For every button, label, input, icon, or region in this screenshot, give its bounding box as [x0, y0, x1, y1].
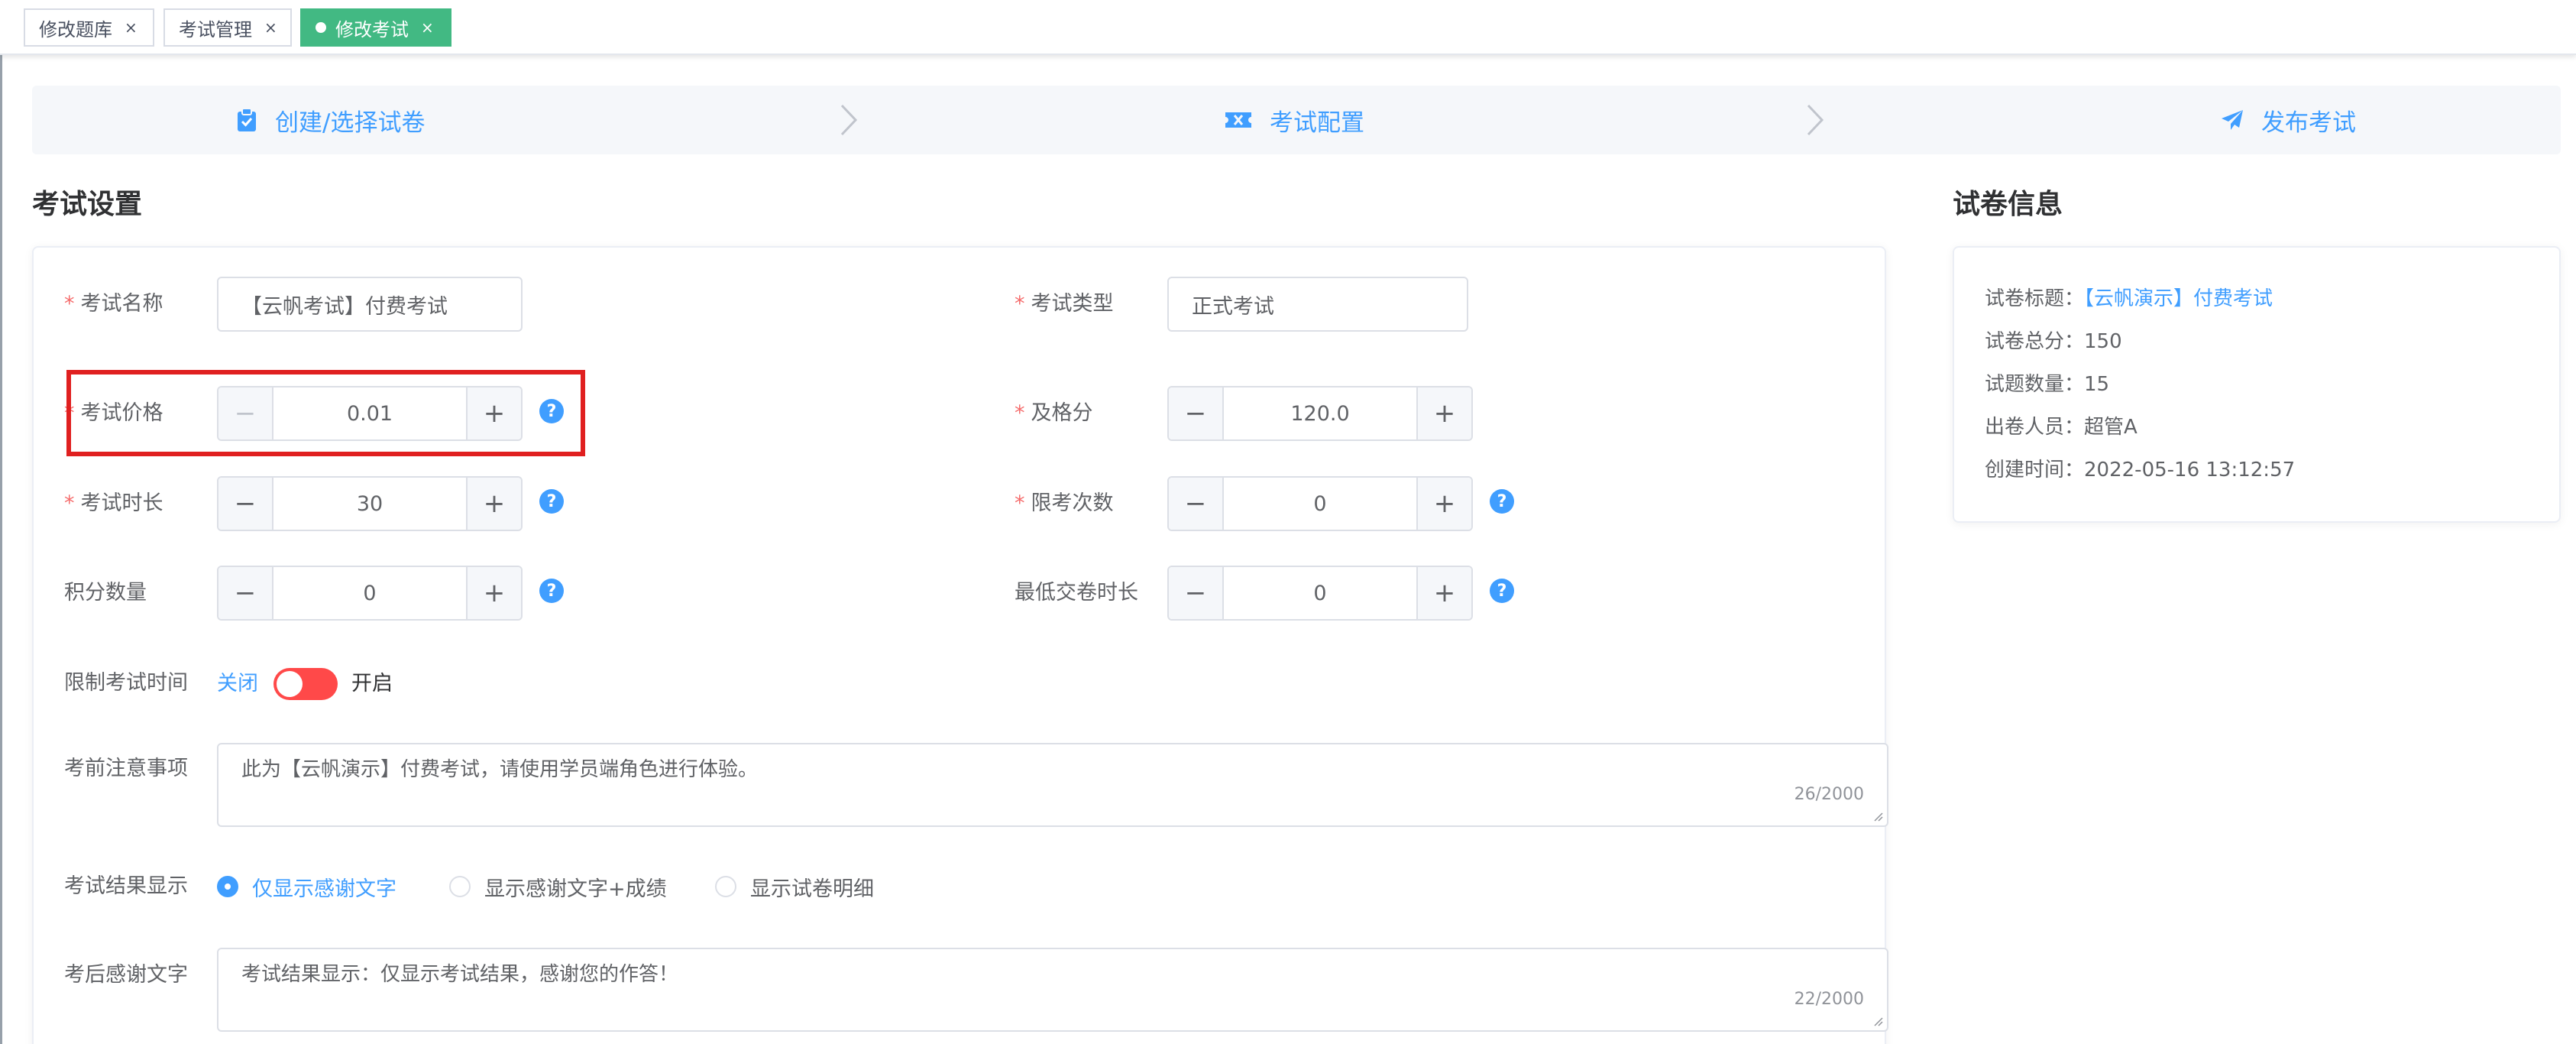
step-label: 创建/选择试卷	[275, 109, 426, 137]
switch-knob	[277, 671, 303, 697]
step-label: 考试配置	[1270, 109, 1364, 137]
created-time-row: 创建时间：2022-05-16 13:12:57	[1985, 459, 2296, 481]
char-count: 26/2000	[1794, 785, 1864, 804]
exam-settings-title: 考试设置	[32, 189, 143, 220]
thanks-text-label: 考后感谢文字	[64, 963, 188, 987]
stepper-value[interactable]: 30	[273, 478, 466, 530]
radio-thanks-and-score[interactable]: 显示感谢文字+成绩	[449, 871, 667, 902]
help-icon[interactable]: ?	[539, 579, 564, 603]
help-icon[interactable]: ?	[1490, 579, 1514, 603]
tab-edit-question-bank[interactable]: 修改题库 ×	[24, 8, 154, 47]
radio-circle	[217, 876, 238, 897]
notice-label: 考前注意事项	[64, 757, 188, 780]
min-submit-time-label: 最低交卷时长	[1015, 581, 1138, 605]
step-label: 发布考试	[2261, 109, 2356, 137]
time-limit-label: 限制考试时间	[64, 671, 188, 695]
sidebar-edge	[0, 55, 2, 1044]
increase-button[interactable]: +	[466, 567, 521, 619]
page: 修改题库 × 考试管理 × 修改考试 × 创建/选择试卷 考试配置 发布考试 考…	[0, 0, 2576, 1044]
paper-author-row: 出卷人员：超管A	[1985, 416, 2137, 439]
exam-settings-card	[32, 246, 1886, 1044]
tab-label: 考试管理	[179, 18, 252, 41]
radio-thanks-only[interactable]: 仅显示感谢文字	[217, 871, 396, 902]
step-create-select-paper[interactable]: 创建/选择试卷	[235, 86, 425, 154]
chevron-right-icon	[1807, 104, 1824, 136]
points-stepper[interactable]: − 0 +	[217, 566, 523, 621]
help-icon[interactable]: ?	[539, 489, 564, 514]
tags-view-bar: 修改题库 × 考试管理 × 修改考试 ×	[0, 0, 2576, 55]
radio-circle	[715, 876, 736, 897]
thanks-textarea[interactable]: 考试结果显示：仅显示考试结果，感谢您的作答！ 22/2000	[217, 948, 1888, 1032]
points-label: 积分数量	[64, 581, 147, 605]
exam-type-label: * 考试类型	[1015, 292, 1114, 316]
tab-exam-management[interactable]: 考试管理 ×	[163, 8, 292, 47]
radio-paper-detail[interactable]: 显示试卷明细	[715, 871, 874, 902]
attempt-limit-stepper[interactable]: − 0 +	[1167, 476, 1473, 531]
decrease-button[interactable]: −	[1169, 478, 1224, 530]
increase-button[interactable]: +	[466, 478, 521, 530]
stepper-value[interactable]: 0	[1224, 567, 1416, 619]
decrease-button[interactable]: −	[218, 478, 273, 530]
duration-stepper[interactable]: − 30 +	[217, 476, 523, 531]
step-bar: 创建/选择试卷 考试配置 发布考试	[32, 86, 2561, 154]
notice-textarea[interactable]: 此为【云帆演示】付费考试，请使用学员端角色进行体验。 26/2000	[217, 743, 1888, 827]
duration-label: * 考试时长	[64, 491, 163, 515]
tab-label: 修改考试	[335, 18, 409, 41]
pass-score-stepper[interactable]: − 120.0 +	[1167, 386, 1473, 441]
chevron-right-icon	[840, 104, 858, 136]
paper-title-row: 试卷标题：【云帆演示】付费考试	[1985, 287, 2273, 310]
stepper-value[interactable]: 0	[1224, 478, 1416, 530]
increase-button[interactable]: +	[1416, 478, 1471, 530]
decrease-button[interactable]: −	[1169, 567, 1224, 619]
switch-on-text[interactable]: 开启	[351, 669, 393, 699]
close-icon[interactable]: ×	[421, 18, 434, 37]
question-count-row: 试题数量：15	[1985, 373, 2110, 396]
stepper-value[interactable]: 120.0	[1224, 387, 1416, 439]
min-submit-time-stepper[interactable]: − 0 +	[1167, 566, 1473, 621]
decrease-button[interactable]: −	[218, 567, 273, 619]
paper-title-link[interactable]: 【云帆演示】付费考试	[2084, 287, 2273, 310]
exam-name-input[interactable]: 【云帆考试】付费考试	[217, 277, 523, 332]
tab-edit-exam[interactable]: 修改考试 ×	[300, 8, 451, 47]
close-icon[interactable]: ×	[125, 18, 138, 37]
textarea-value: 此为【云帆演示】付费考试，请使用学员端角色进行体验。	[241, 758, 759, 781]
step-publish-exam[interactable]: 发布考试	[2220, 86, 2356, 154]
increase-button[interactable]: +	[1416, 387, 1471, 439]
clipboard-check-icon	[235, 108, 258, 132]
price-highlight-box	[66, 370, 585, 456]
switch-off-text[interactable]: 关闭	[217, 669, 258, 699]
help-icon[interactable]: ?	[1490, 489, 1514, 514]
exam-name-label: * 考试名称	[64, 292, 163, 316]
increase-button[interactable]: +	[1416, 567, 1471, 619]
paper-plane-icon	[2220, 109, 2244, 131]
stepper-value[interactable]: 0	[273, 567, 466, 619]
active-dot-icon	[316, 22, 326, 33]
exam-type-select[interactable]: 正式考试	[1167, 277, 1468, 332]
time-limit-switch[interactable]	[273, 668, 338, 700]
decrease-button[interactable]: −	[1169, 387, 1224, 439]
resize-handle-icon[interactable]	[1872, 1015, 1884, 1027]
paper-info-title: 试卷信息	[1953, 189, 2063, 220]
radio-circle	[449, 876, 471, 897]
ticket-icon	[1224, 109, 1253, 131]
tab-label: 修改题库	[39, 18, 112, 41]
resize-handle-icon[interactable]	[1872, 810, 1884, 822]
pass-score-label: * 及格分	[1015, 401, 1093, 425]
paper-total-score-row: 试卷总分：150	[1985, 330, 2122, 353]
textarea-value: 考试结果显示：仅显示考试结果，感谢您的作答！	[241, 963, 679, 986]
attempt-limit-label: * 限考次数	[1015, 491, 1114, 515]
close-icon[interactable]: ×	[264, 18, 277, 37]
char-count: 22/2000	[1794, 990, 1864, 1009]
step-exam-config[interactable]: 考试配置	[1224, 86, 1364, 154]
result-display-label: 考试结果显示	[64, 874, 188, 898]
